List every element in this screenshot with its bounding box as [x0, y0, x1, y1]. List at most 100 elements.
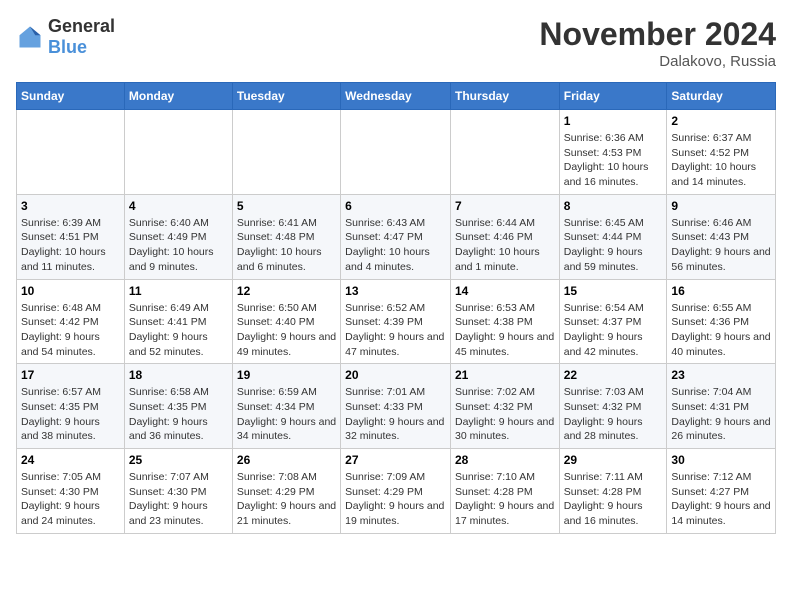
day-cell: 22Sunrise: 7:03 AMSunset: 4:32 PMDayligh…	[559, 364, 667, 449]
day-number: 19	[237, 368, 336, 382]
day-info: Sunrise: 7:08 AMSunset: 4:29 PMDaylight:…	[237, 470, 336, 529]
day-number: 15	[564, 284, 663, 298]
logo-icon	[16, 23, 44, 51]
day-info: Sunrise: 6:52 AMSunset: 4:39 PMDaylight:…	[345, 301, 446, 360]
header-tuesday: Tuesday	[232, 83, 340, 110]
day-info: Sunrise: 7:09 AMSunset: 4:29 PMDaylight:…	[345, 470, 446, 529]
day-cell: 15 Sunrise: 6:54 AMSunset: 4:37 PMDayligh…	[559, 279, 667, 364]
day-info: Sunrise: 6:58 AMSunset: 4:35 PMDaylight:…	[129, 385, 228, 444]
day-cell: 3 Sunrise: 6:39 AMSunset: 4:51 PMDaylight…	[17, 194, 125, 279]
day-cell: 16 Sunrise: 6:55 AMSunset: 4:36 PMDayligh…	[667, 279, 776, 364]
day-number: 7	[455, 199, 555, 213]
day-number: 28	[455, 453, 555, 467]
day-number: 20	[345, 368, 446, 382]
day-cell: 4Sunrise: 6:40 AMSunset: 4:49 PMDaylight…	[124, 194, 232, 279]
header-sunday: Sunday	[17, 83, 125, 110]
day-cell: 17 Sunrise: 6:57 AMSunset: 4:35 PMDayligh…	[17, 364, 125, 449]
day-info: Sunrise: 6:39 AMSunset: 4:51 PMDaylight:…	[21, 216, 120, 275]
calendar-body: 1 Sunrise: 6:36 AMSunset: 4:53 PMDaylight…	[17, 110, 776, 534]
logo: General Blue	[16, 16, 115, 58]
day-number: 8	[564, 199, 663, 213]
day-cell: 30Sunrise: 7:12 AMSunset: 4:27 PMDayligh…	[667, 449, 776, 534]
day-number: 24	[21, 453, 120, 467]
calendar-header: SundayMondayTuesdayWednesdayThursdayFrid…	[17, 83, 776, 110]
day-number: 3	[21, 199, 120, 213]
day-info: Sunrise: 6:44 AMSunset: 4:46 PMDaylight:…	[455, 216, 555, 275]
day-cell: 13Sunrise: 6:52 AMSunset: 4:39 PMDayligh…	[341, 279, 451, 364]
day-info: Sunrise: 6:50 AMSunset: 4:40 PMDaylight:…	[237, 301, 336, 360]
day-number: 1	[564, 114, 663, 128]
day-info: Sunrise: 7:02 AMSunset: 4:32 PMDaylight:…	[455, 385, 555, 444]
day-cell	[341, 110, 451, 195]
day-number: 18	[129, 368, 228, 382]
month-title: November 2024	[539, 16, 776, 53]
day-number: 25	[129, 453, 228, 467]
day-number: 9	[671, 199, 771, 213]
day-info: Sunrise: 6:46 AMSunset: 4:43 PMDaylight:…	[671, 216, 771, 275]
header-monday: Monday	[124, 83, 232, 110]
day-number: 27	[345, 453, 446, 467]
day-cell: 2 Sunrise: 6:37 AMSunset: 4:52 PMDaylight…	[667, 110, 776, 195]
day-number: 22	[564, 368, 663, 382]
day-cell: 10 Sunrise: 6:48 AMSunset: 4:42 PMDayligh…	[17, 279, 125, 364]
day-info: Sunrise: 6:48 AMSunset: 4:42 PMDaylight:…	[21, 301, 120, 360]
header-wednesday: Wednesday	[341, 83, 451, 110]
day-cell: 18 Sunrise: 6:58 AMSunset: 4:35 PMDayligh…	[124, 364, 232, 449]
day-cell: 27 Sunrise: 7:09 AMSunset: 4:29 PMDayligh…	[341, 449, 451, 534]
day-info: Sunrise: 6:55 AMSunset: 4:36 PMDaylight:…	[671, 301, 771, 360]
day-cell: 23Sunrise: 7:04 AMSunset: 4:31 PMDayligh…	[667, 364, 776, 449]
day-cell: 26 Sunrise: 7:08 AMSunset: 4:29 PMDayligh…	[232, 449, 340, 534]
day-cell: 28 Sunrise: 7:10 AMSunset: 4:28 PMDayligh…	[450, 449, 559, 534]
day-number: 16	[671, 284, 771, 298]
day-number: 21	[455, 368, 555, 382]
day-number: 2	[671, 114, 771, 128]
day-info: Sunrise: 6:43 AMSunset: 4:47 PMDaylight:…	[345, 216, 446, 275]
day-info: Sunrise: 6:53 AMSunset: 4:38 PMDaylight:…	[455, 301, 555, 360]
day-cell: 19Sunrise: 6:59 AMSunset: 4:34 PMDayligh…	[232, 364, 340, 449]
day-number: 14	[455, 284, 555, 298]
day-cell: 24 Sunrise: 7:05 AMSunset: 4:30 PMDayligh…	[17, 449, 125, 534]
day-number: 12	[237, 284, 336, 298]
week-row-2: 3 Sunrise: 6:39 AMSunset: 4:51 PMDaylight…	[17, 194, 776, 279]
day-info: Sunrise: 6:37 AMSunset: 4:52 PMDaylight:…	[671, 131, 771, 190]
day-info: Sunrise: 7:05 AMSunset: 4:30 PMDaylight:…	[21, 470, 120, 529]
day-number: 11	[129, 284, 228, 298]
day-number: 10	[21, 284, 120, 298]
day-info: Sunrise: 7:01 AMSunset: 4:33 PMDaylight:…	[345, 385, 446, 444]
day-info: Sunrise: 6:45 AMSunset: 4:44 PMDaylight:…	[564, 216, 663, 275]
week-row-1: 1 Sunrise: 6:36 AMSunset: 4:53 PMDaylight…	[17, 110, 776, 195]
header-row: SundayMondayTuesdayWednesdayThursdayFrid…	[17, 83, 776, 110]
day-cell: 7 Sunrise: 6:44 AMSunset: 4:46 PMDaylight…	[450, 194, 559, 279]
day-cell: 21 Sunrise: 7:02 AMSunset: 4:32 PMDayligh…	[450, 364, 559, 449]
day-info: Sunrise: 6:49 AMSunset: 4:41 PMDaylight:…	[129, 301, 228, 360]
day-info: Sunrise: 6:36 AMSunset: 4:53 PMDaylight:…	[564, 131, 663, 190]
day-number: 23	[671, 368, 771, 382]
calendar-table: SundayMondayTuesdayWednesdayThursdayFrid…	[16, 82, 776, 534]
day-number: 26	[237, 453, 336, 467]
day-info: Sunrise: 6:54 AMSunset: 4:37 PMDaylight:…	[564, 301, 663, 360]
day-cell	[17, 110, 125, 195]
day-cell: 11 Sunrise: 6:49 AMSunset: 4:41 PMDayligh…	[124, 279, 232, 364]
day-number: 30	[671, 453, 771, 467]
week-row-4: 17 Sunrise: 6:57 AMSunset: 4:35 PMDayligh…	[17, 364, 776, 449]
day-info: Sunrise: 6:57 AMSunset: 4:35 PMDaylight:…	[21, 385, 120, 444]
day-number: 17	[21, 368, 120, 382]
header-friday: Friday	[559, 83, 667, 110]
logo-general: General	[48, 16, 115, 36]
logo-text: General Blue	[48, 16, 115, 58]
day-cell: 9 Sunrise: 6:46 AMSunset: 4:43 PMDaylight…	[667, 194, 776, 279]
page-header: General Blue November 2024 Dalakovo, Rus…	[16, 16, 776, 70]
day-cell	[450, 110, 559, 195]
day-cell	[232, 110, 340, 195]
day-info: Sunrise: 7:11 AMSunset: 4:28 PMDaylight:…	[564, 470, 663, 529]
day-info: Sunrise: 7:10 AMSunset: 4:28 PMDaylight:…	[455, 470, 555, 529]
logo-blue: Blue	[48, 37, 87, 57]
week-row-3: 10 Sunrise: 6:48 AMSunset: 4:42 PMDayligh…	[17, 279, 776, 364]
week-row-5: 24 Sunrise: 7:05 AMSunset: 4:30 PMDayligh…	[17, 449, 776, 534]
day-info: Sunrise: 6:40 AMSunset: 4:49 PMDaylight:…	[129, 216, 228, 275]
day-cell: 8 Sunrise: 6:45 AMSunset: 4:44 PMDaylight…	[559, 194, 667, 279]
day-number: 6	[345, 199, 446, 213]
header-thursday: Thursday	[450, 83, 559, 110]
day-info: Sunrise: 6:41 AMSunset: 4:48 PMDaylight:…	[237, 216, 336, 275]
day-cell: 6 Sunrise: 6:43 AMSunset: 4:47 PMDaylight…	[341, 194, 451, 279]
